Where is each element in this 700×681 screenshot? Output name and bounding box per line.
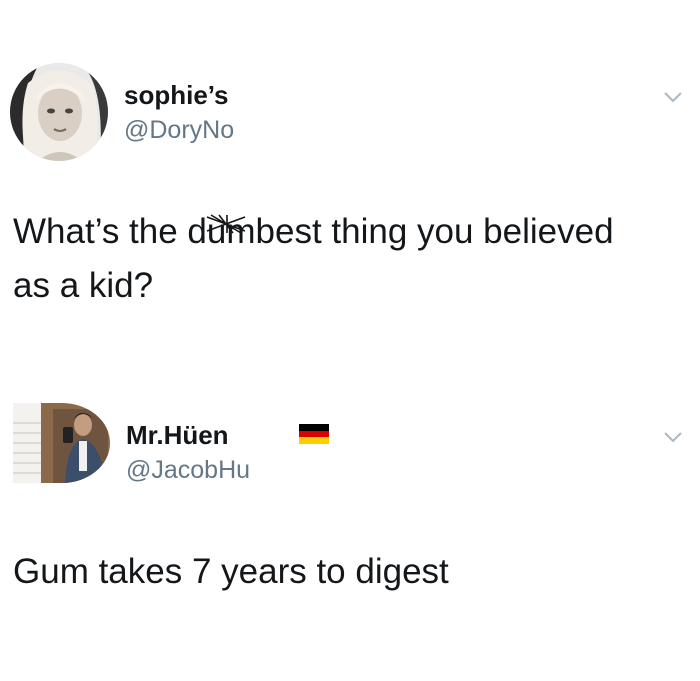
chevron-down-icon[interactable]: [663, 90, 683, 104]
user-handle[interactable]: @JacobHu: [126, 456, 250, 485]
tweet-text-part: What’s the d: [13, 212, 207, 251]
tweet-text: Gum takes 7 years to digest: [13, 552, 449, 591]
tweet-text: What’s the dum best thing you believed as…: [13, 205, 683, 313]
scribble-icon: [206, 214, 246, 234]
display-name[interactable]: Mr.Hüen: [126, 420, 229, 451]
user-handle[interactable]: @DoryNo: [124, 116, 234, 145]
avatar[interactable]: [10, 63, 108, 161]
display-name[interactable]: sophie’s: [124, 80, 229, 111]
germany-flag-icon: [299, 424, 329, 445]
tweet-text-part: best thing you believed: [255, 212, 614, 251]
censored-word-part: um: [206, 205, 256, 259]
tweet-text-part: as a kid?: [13, 266, 154, 305]
tweet-1: sophie’s @DoryNo What’s the dum best thin…: [0, 0, 700, 360]
avatar[interactable]: [13, 403, 110, 483]
chevron-down-icon[interactable]: [663, 430, 683, 444]
